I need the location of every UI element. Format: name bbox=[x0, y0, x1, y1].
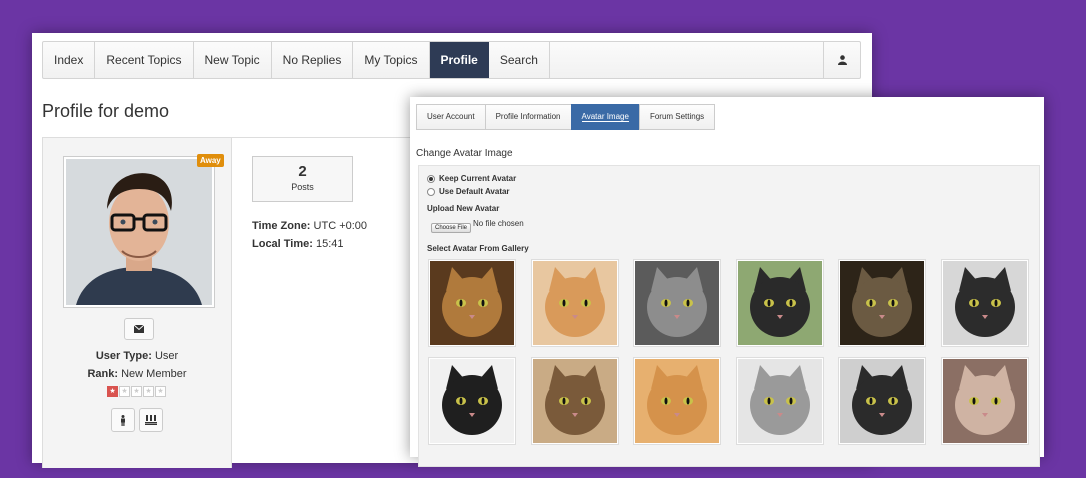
settings-tabs: User Account Profile Information Avatar … bbox=[416, 104, 716, 130]
rank-label: Rank: bbox=[87, 368, 119, 380]
local-time: Local Time: 15:41 bbox=[252, 238, 344, 250]
person-icon bbox=[121, 414, 125, 426]
nav-index[interactable]: Index bbox=[43, 42, 96, 78]
tab-forum-settings[interactable]: Forum Settings bbox=[638, 104, 716, 130]
gallery-avatar[interactable] bbox=[838, 357, 927, 445]
gallery-avatar[interactable] bbox=[428, 259, 516, 347]
user-type-label: User Type: bbox=[95, 350, 152, 362]
main-nav: Index Recent Topics New Topic No Replies… bbox=[42, 41, 861, 79]
rank: Rank: New Member bbox=[43, 368, 231, 380]
localtime-label: Local Time: bbox=[252, 238, 313, 250]
user-menu-button[interactable] bbox=[823, 42, 860, 78]
gallery-avatar[interactable] bbox=[428, 357, 516, 445]
user-type: User Type: User bbox=[43, 350, 231, 362]
avatar bbox=[63, 156, 215, 308]
gender-button[interactable] bbox=[111, 408, 135, 432]
envelope-icon bbox=[134, 325, 144, 333]
section-title: Change Avatar Image bbox=[416, 148, 513, 159]
user-icon bbox=[837, 55, 847, 65]
rank-stars: ★ ★ ★ ★ ★ bbox=[107, 386, 166, 397]
profile-sidebar: Away User Type: User Rank: New Member ★ ★… bbox=[42, 138, 232, 468]
option-default-avatar-label: Use Default Avatar bbox=[439, 187, 510, 196]
send-message-button[interactable] bbox=[124, 318, 154, 340]
tab-avatar-image[interactable]: Avatar Image bbox=[570, 104, 640, 130]
option-keep-avatar[interactable]: Keep Current Avatar bbox=[427, 174, 516, 183]
user-type-value: User bbox=[154, 350, 179, 362]
groups-button[interactable] bbox=[139, 408, 163, 432]
posts-label: Posts bbox=[291, 182, 314, 192]
avatar-image bbox=[66, 159, 212, 305]
star-icon: ★ bbox=[119, 386, 130, 397]
tab-user-account[interactable]: User Account bbox=[416, 104, 486, 130]
star-icon: ★ bbox=[143, 386, 154, 397]
page-title: Profile for demo bbox=[42, 101, 170, 121]
file-status: No file chosen bbox=[473, 219, 524, 228]
choose-file-button[interactable]: Choose File bbox=[431, 223, 472, 233]
gallery-avatar[interactable] bbox=[735, 259, 824, 347]
timezone-label: Time Zone: bbox=[252, 220, 311, 232]
gallery-avatar[interactable] bbox=[941, 357, 1029, 445]
nav-search[interactable]: Search bbox=[489, 42, 550, 78]
star-icon: ★ bbox=[131, 386, 142, 397]
gallery-label: Select Avatar From Gallery bbox=[427, 244, 529, 253]
nav-recent-topics[interactable]: Recent Topics bbox=[95, 42, 194, 78]
radio-default-avatar[interactable] bbox=[427, 187, 435, 196]
timezone-value: UTC +0:00 bbox=[313, 220, 368, 232]
gallery-avatar[interactable] bbox=[633, 259, 722, 347]
radio-keep-avatar[interactable] bbox=[427, 174, 435, 183]
localtime-value: 15:41 bbox=[316, 238, 344, 250]
gallery-avatar[interactable] bbox=[633, 357, 722, 445]
nav-profile[interactable]: Profile bbox=[429, 42, 489, 78]
nav-no-replies[interactable]: No Replies bbox=[272, 42, 354, 78]
rank-value: New Member bbox=[121, 368, 187, 380]
gallery-avatar[interactable] bbox=[838, 259, 927, 347]
tab-profile-information[interactable]: Profile Information bbox=[484, 104, 572, 130]
tab-avatar-image-label: Avatar Image bbox=[581, 112, 629, 122]
star-icon: ★ bbox=[155, 386, 166, 397]
posts-stat: 2 Posts bbox=[252, 156, 353, 202]
nav-new-topic[interactable]: New Topic bbox=[194, 42, 272, 78]
gallery-avatar[interactable] bbox=[530, 357, 619, 445]
gallery-avatar[interactable] bbox=[530, 259, 619, 347]
option-keep-avatar-label: Keep Current Avatar bbox=[439, 174, 517, 183]
avatar-form: Keep Current Avatar Use Default Avatar U… bbox=[418, 165, 1040, 467]
status-badge: Away bbox=[197, 154, 224, 167]
timezone: Time Zone: UTC +0:00 bbox=[252, 220, 367, 232]
star-icon: ★ bbox=[107, 386, 118, 397]
posts-count: 2 bbox=[298, 163, 307, 180]
gallery-avatar[interactable] bbox=[735, 357, 824, 445]
gallery-avatar[interactable] bbox=[941, 259, 1029, 347]
option-default-avatar[interactable]: Use Default Avatar bbox=[427, 187, 510, 196]
group-icon bbox=[145, 415, 157, 425]
upload-label: Upload New Avatar bbox=[427, 204, 500, 213]
avatar-settings-window: User Account Profile Information Avatar … bbox=[410, 97, 1044, 467]
nav-my-topics[interactable]: My Topics bbox=[353, 42, 430, 78]
